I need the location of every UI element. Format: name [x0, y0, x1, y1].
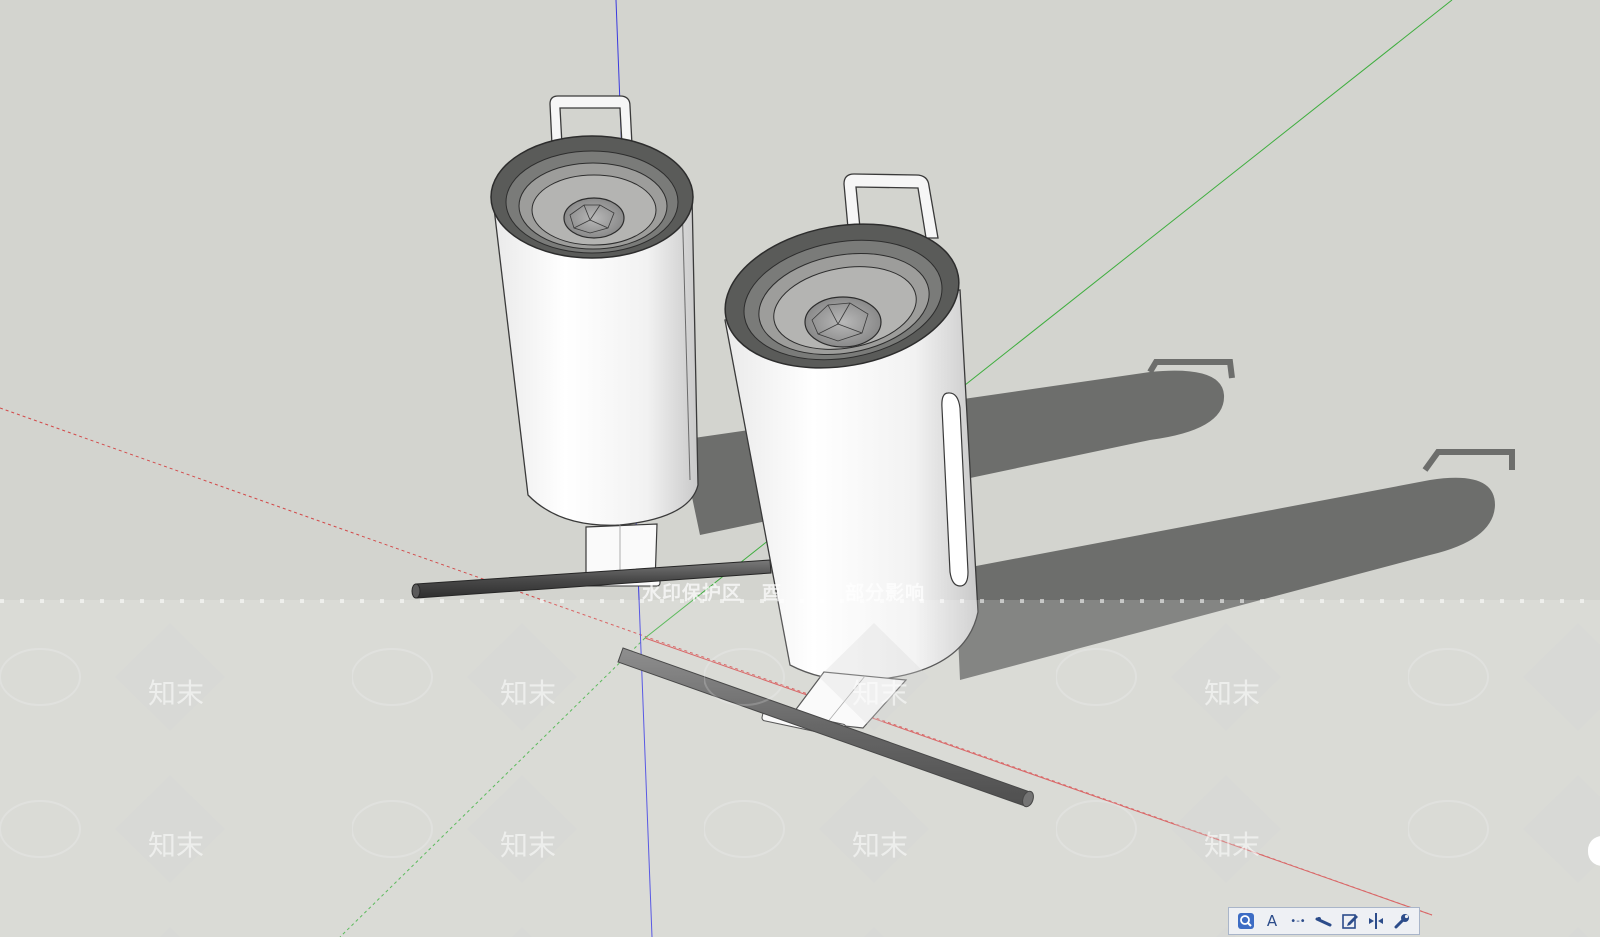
text-a-icon: A	[1266, 912, 1278, 930]
edit-icon	[1342, 914, 1358, 929]
tape-measure-icon	[1315, 917, 1332, 927]
watermark-logo: 知末	[500, 829, 556, 862]
watermark-caption: 水印保护区	[642, 582, 743, 604]
dimension-icon: •‐•	[1290, 915, 1306, 927]
watermark-logo: 知末	[148, 829, 204, 862]
dimension-button[interactable]: •‐•	[1286, 910, 1310, 932]
watermark-logo: 知末	[852, 829, 908, 862]
watermark-logo: 知末	[148, 677, 204, 710]
watermark-logo: 知末	[1204, 829, 1260, 862]
watermark-logo: 知末	[852, 677, 908, 710]
section-plane-icon	[1369, 913, 1383, 929]
watermark-caption: 酉	[762, 582, 783, 604]
watermark-logo: 知末	[500, 677, 556, 710]
floating-toolbar: A •‐•	[1228, 907, 1420, 935]
text-button[interactable]: A	[1260, 910, 1284, 932]
watermark-overlay: 知末 知末 知末 知末 知末 知末 知末 知末	[0, 599, 1600, 937]
watermark-banner: 水印保护区 酉 部分影响	[0, 575, 1600, 605]
edit-button[interactable]	[1338, 910, 1362, 932]
settings-button[interactable]	[1390, 910, 1414, 932]
watermark-logo: 知末	[1204, 677, 1260, 710]
tape-measure-button[interactable]	[1312, 910, 1336, 932]
3d-modeling-viewport[interactable]: 知末 知末 知末 知末 知末 知末 知末 知末 水印保护区 酉 部分影响 A •…	[0, 0, 1600, 937]
watermark-caption: 部分影响	[845, 582, 926, 604]
section-plane-button[interactable]	[1364, 910, 1388, 932]
magnifier-icon	[1238, 913, 1254, 929]
wrench-icon	[1394, 914, 1409, 929]
zoom-button[interactable]	[1234, 910, 1258, 932]
scene-canvas[interactable]: 知末 知末 知末 知末 知末 知末 知末 知末	[0, 0, 1600, 937]
